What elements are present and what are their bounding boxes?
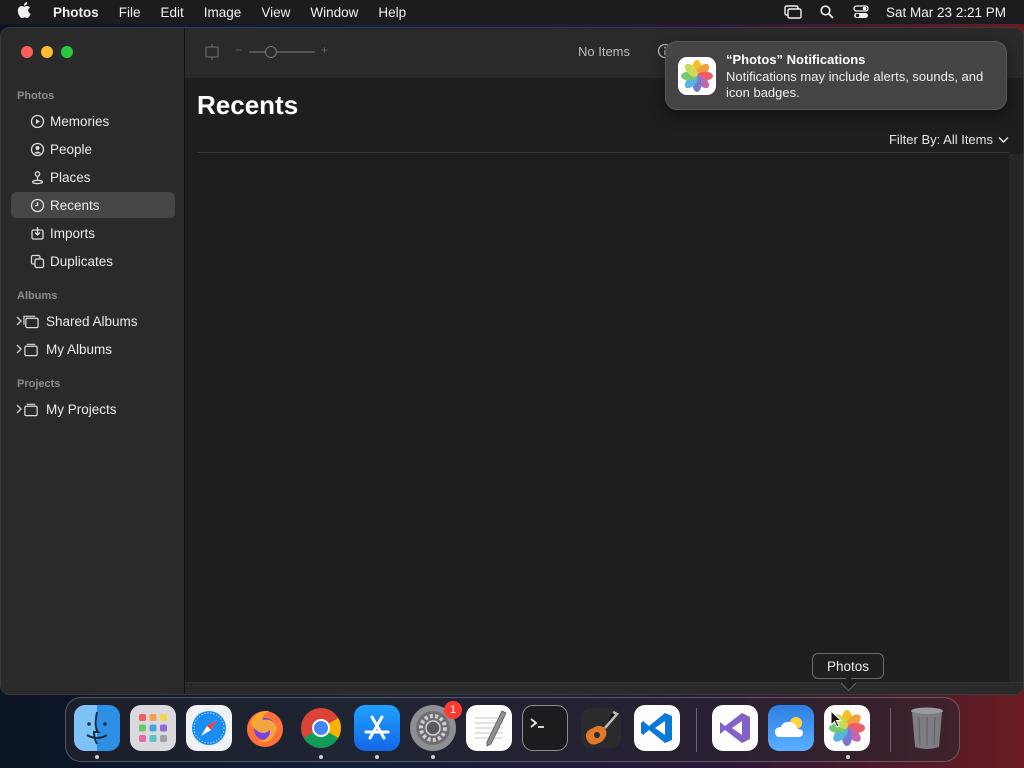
sidebar-item-label: People bbox=[50, 141, 93, 157]
places-icon bbox=[29, 169, 45, 185]
sidebar-section-projects: Projects bbox=[17, 378, 61, 390]
memories-icon bbox=[29, 113, 45, 129]
page-title: Recents bbox=[197, 90, 299, 120]
header-divider bbox=[197, 152, 1009, 153]
filter-label: Filter By: All Items bbox=[888, 132, 993, 147]
dock-running-indicator bbox=[846, 755, 850, 759]
finder-icon[interactable] bbox=[74, 705, 120, 751]
dock-running-indicator bbox=[431, 755, 435, 759]
screen-mirroring-icon[interactable] bbox=[784, 5, 802, 19]
project-folder-icon bbox=[23, 401, 39, 417]
sidebar-item-label: My Projects bbox=[46, 401, 117, 417]
chevron-right-icon[interactable] bbox=[15, 315, 25, 327]
sidebar-item-label: Duplicates bbox=[50, 253, 114, 269]
album-icon bbox=[23, 341, 39, 357]
close-button[interactable] bbox=[21, 46, 33, 58]
menubar-clock[interactable]: Sat Mar 23 2:21 PM bbox=[886, 5, 1006, 20]
sidebar-item-places[interactable]: Places bbox=[11, 164, 175, 190]
photos-app-icon bbox=[678, 57, 716, 95]
sidebar-section-photos: Photos bbox=[17, 90, 55, 102]
sidebar-item-recents[interactable]: Recents bbox=[11, 192, 175, 218]
sidebar-item-label: Memories bbox=[50, 113, 110, 129]
apple-menu-icon[interactable] bbox=[17, 2, 37, 22]
control-center-icon[interactable] bbox=[852, 5, 870, 19]
sidebar-item-label: My Albums bbox=[46, 341, 113, 357]
chevron-right-icon[interactable] bbox=[15, 403, 25, 415]
duplicates-icon bbox=[29, 253, 45, 269]
dock-running-indicator bbox=[319, 755, 323, 759]
visual-studio-icon[interactable] bbox=[712, 705, 758, 751]
filter-dropdown[interactable]: Filter By: All Items bbox=[889, 132, 1009, 147]
dock: 1 bbox=[65, 697, 960, 762]
zoom-slider[interactable] bbox=[249, 46, 315, 58]
sidebar-item-label: Places bbox=[50, 169, 91, 185]
menu-view[interactable]: View bbox=[261, 5, 290, 20]
sidebar-item-shared-albums[interactable]: Shared Albums bbox=[11, 308, 175, 334]
menu-edit[interactable]: Edit bbox=[161, 5, 184, 20]
notification-banner[interactable]: “Photos” Notifications Notifications may… bbox=[665, 41, 1007, 110]
trash-icon[interactable] bbox=[904, 705, 950, 751]
chrome-icon[interactable] bbox=[298, 705, 344, 751]
menu-image[interactable]: Image bbox=[204, 5, 242, 20]
fullscreen-button[interactable] bbox=[61, 46, 73, 58]
safari-icon[interactable] bbox=[186, 705, 232, 751]
app-store-icon[interactable] bbox=[354, 705, 400, 751]
sidebar-item-label: Imports bbox=[50, 225, 96, 241]
minimize-button[interactable] bbox=[41, 46, 53, 58]
menu-help[interactable]: Help bbox=[378, 5, 406, 20]
garageband-icon[interactable] bbox=[578, 705, 624, 751]
sidebar-item-label: Shared Albums bbox=[46, 313, 138, 329]
chevron-down-icon bbox=[998, 132, 1009, 147]
terminal-icon[interactable] bbox=[522, 705, 568, 751]
bottom-bar bbox=[185, 682, 1023, 694]
notification-title: “Photos” Notifications bbox=[726, 52, 866, 67]
dock-separator bbox=[696, 708, 697, 752]
sidebar-item-my-projects[interactable]: My Projects bbox=[11, 396, 175, 422]
photos-window: Photos Memories People Places Recents Im… bbox=[0, 27, 1024, 695]
shared-album-icon bbox=[23, 313, 39, 329]
scrollbar-track[interactable] bbox=[1009, 154, 1023, 682]
main-content: Recents Filter By: All Items bbox=[185, 78, 1023, 694]
sidebar: Photos Memories People Places Recents Im… bbox=[1, 28, 185, 694]
menu-window[interactable]: Window bbox=[310, 5, 358, 20]
sidebar-item-duplicates[interactable]: Duplicates bbox=[11, 248, 175, 274]
dock-tooltip: Photos bbox=[812, 653, 884, 679]
system-settings-icon[interactable]: 1 bbox=[410, 701, 462, 751]
sidebar-section-albums: Albums bbox=[17, 290, 58, 302]
notification-badge: 1 bbox=[444, 701, 462, 719]
mouse-cursor-icon bbox=[830, 709, 843, 733]
sidebar-item-people[interactable]: People bbox=[11, 136, 175, 162]
launchpad-icon[interactable] bbox=[130, 705, 176, 751]
chevron-right-icon[interactable] bbox=[15, 343, 25, 355]
zoom-in-label[interactable]: + bbox=[321, 43, 328, 57]
sidebar-item-my-albums[interactable]: My Albums bbox=[11, 336, 175, 362]
dock-running-indicator bbox=[375, 755, 379, 759]
textedit-icon[interactable] bbox=[466, 705, 512, 751]
sidebar-item-imports[interactable]: Imports bbox=[11, 220, 175, 246]
weather-icon[interactable] bbox=[768, 705, 814, 751]
clock-icon bbox=[29, 197, 45, 213]
vscode-icon[interactable] bbox=[634, 705, 680, 751]
zoom-out-label[interactable]: − bbox=[235, 43, 242, 57]
sidebar-item-label: Recents bbox=[50, 197, 100, 213]
dock-running-indicator bbox=[95, 755, 99, 759]
notification-body: Notifications may include alerts, sounds… bbox=[726, 69, 984, 100]
dock-separator bbox=[890, 708, 891, 752]
aspect-ratio-icon[interactable] bbox=[203, 43, 221, 66]
imports-icon bbox=[29, 225, 45, 241]
menu-app-name[interactable]: Photos bbox=[53, 5, 99, 20]
firefox-icon[interactable] bbox=[242, 705, 288, 751]
sidebar-item-memories[interactable]: Memories bbox=[11, 108, 175, 134]
spotlight-search-icon[interactable] bbox=[818, 5, 836, 19]
people-icon bbox=[29, 141, 45, 157]
zoom-slider-knob[interactable] bbox=[265, 46, 277, 58]
menu-bar: Photos File Edit Image View Window Help … bbox=[0, 0, 1024, 24]
menu-file[interactable]: File bbox=[119, 5, 141, 20]
item-count: No Items bbox=[578, 44, 631, 59]
window-controls bbox=[21, 46, 73, 58]
